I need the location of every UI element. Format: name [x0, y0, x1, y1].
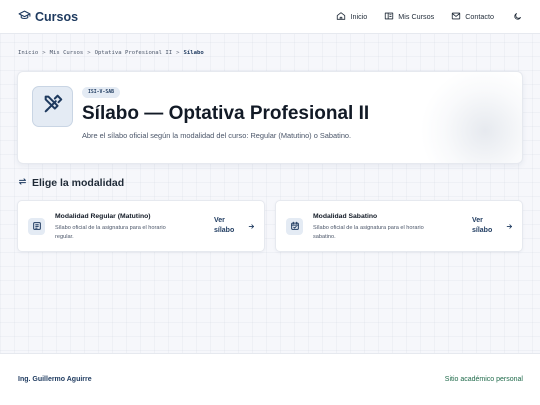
- breadcrumb-separator: >: [176, 50, 180, 56]
- card-description: Sílabo oficial de la asignatura para el …: [55, 225, 166, 240]
- card-description: Sílabo oficial de la asignatura para el …: [313, 225, 424, 240]
- nav-link-label: Inicio: [350, 12, 368, 21]
- breadcrumb-current: Sílabo: [183, 50, 204, 56]
- section-heading-label: Elige la modalidad: [32, 177, 125, 189]
- document-icon: [32, 218, 42, 236]
- nav-link-inicio[interactable]: Inicio: [336, 11, 367, 23]
- card-title: Modalidad Sabatino: [313, 213, 378, 220]
- graduation-cap-icon: [18, 9, 31, 25]
- card-title: Modalidad Regular (Matutino): [55, 213, 151, 220]
- nav-link-mis-cursos[interactable]: Mis Cursos: [384, 11, 434, 23]
- tools-icon: [42, 93, 64, 120]
- section-heading: Elige la modalidad: [18, 177, 124, 189]
- breadcrumb: Inicio > Mis Cursos > Optativa Profesion…: [18, 50, 204, 56]
- moon-icon: [513, 8, 522, 26]
- home-icon: [336, 11, 346, 23]
- swap-arrows-icon: [18, 177, 27, 189]
- footer-site-label: Sitio académico personal: [444, 376, 523, 383]
- hero-decoration: [420, 72, 522, 163]
- breadcrumb-separator: >: [42, 50, 46, 56]
- modality-card-regular[interactable]: Modalidad Regular (Matutino) Sílabo ofic…: [17, 200, 265, 252]
- top-navbar: Cursos Inicio Mis Cursos Contacto: [0, 0, 540, 34]
- hero-card: ISI-V-SAB Sílabo — Optativa Profesional …: [17, 71, 523, 164]
- brand-name: Cursos: [35, 9, 79, 24]
- breadcrumb-item-mis-cursos[interactable]: Mis Cursos: [50, 50, 84, 56]
- course-code-badge: ISI-V-SAB: [82, 87, 120, 98]
- brand-link[interactable]: Cursos: [18, 9, 78, 25]
- card-icon-tile: [28, 218, 45, 235]
- page-title: Sílabo — Optativa Profesional II: [82, 103, 370, 124]
- theme-toggle-button[interactable]: [513, 8, 522, 26]
- nav-link-label: Contacto: [465, 12, 494, 21]
- nav-link-contacto[interactable]: Contacto: [451, 11, 494, 23]
- nav-link-label: Mis Cursos: [398, 12, 435, 21]
- card-icon-tile: [286, 218, 303, 235]
- page-footer: Ing. Guillermo Aguirre Sitio académico p…: [0, 353, 540, 405]
- page-subtitle: Abre el sílabo oficial según la modalida…: [82, 131, 352, 140]
- arrow-right-icon: [506, 224, 512, 229]
- view-syllabus-link[interactable]: Ver sílabo: [214, 216, 242, 236]
- mail-icon: [451, 11, 461, 23]
- arrow-right-icon: [248, 224, 254, 229]
- nav-links: Inicio Mis Cursos Contacto: [319, 8, 522, 26]
- breadcrumb-item-inicio[interactable]: Inicio: [18, 50, 38, 56]
- breadcrumb-item-optativa[interactable]: Optativa Profesional II: [95, 50, 172, 56]
- hero-icon-tile: [32, 86, 73, 127]
- footer-author: Ing. Guillermo Aguirre: [18, 376, 92, 383]
- book-open-icon: [384, 11, 394, 23]
- breadcrumb-separator: >: [87, 50, 91, 56]
- calendar-check-icon: [290, 218, 300, 236]
- modality-card-sabatino[interactable]: Modalidad Sabatino Sílabo oficial de la …: [275, 200, 523, 252]
- view-syllabus-link[interactable]: Ver sílabo: [472, 216, 500, 236]
